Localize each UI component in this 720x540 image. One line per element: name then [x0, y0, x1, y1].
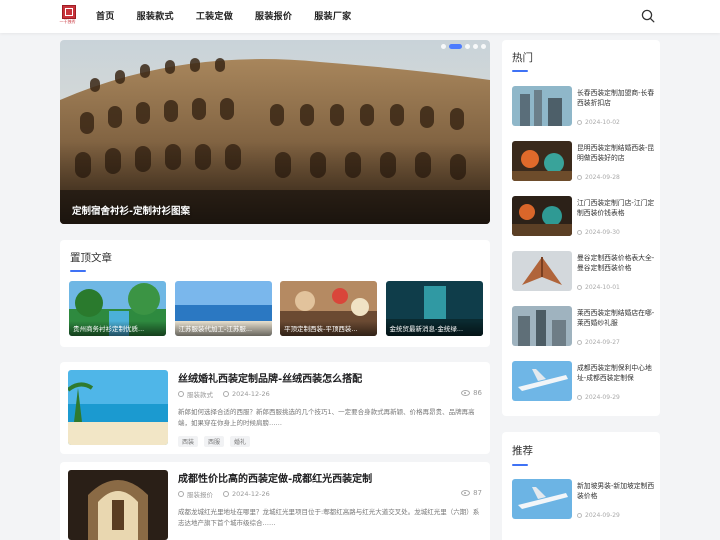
article-meta: 服装报价 2024-12-26	[178, 489, 280, 499]
clock-icon	[577, 395, 582, 400]
hot-item-date: 2024-10-02	[577, 119, 620, 126]
clock-icon	[577, 120, 582, 125]
hot-item[interactable]: 长春西装定制加盟商-长春西装折扣店 2024-10-02	[512, 86, 655, 126]
title-underline	[512, 464, 528, 466]
hero-caption[interactable]: 定制宿舍衬衫-定制衬衫图案	[72, 203, 190, 217]
hot-section-title: 热门	[512, 52, 533, 64]
clock-icon	[223, 391, 229, 397]
recommend-sidebar: 推荐 新加坡男装-新加坡定制西装价格 2024-09-29	[502, 432, 660, 540]
article-category[interactable]: 服装款式	[178, 389, 213, 399]
pinned-card[interactable]: 平顶定制西装-平顶西装...	[280, 281, 377, 336]
slider-dot[interactable]	[481, 44, 486, 49]
clock-icon	[223, 491, 229, 497]
article-date: 2024-12-26	[223, 390, 270, 398]
logo-text: 一干独秀	[59, 19, 76, 24]
top-navbar: 一干独秀 首页 服装款式 工装定做 服装报价 服装厂家	[0, 0, 720, 33]
article-title[interactable]: 丝绒婚礼西装定制品牌-丝绒西装怎么搭配	[178, 370, 362, 385]
recommend-item[interactable]: 新加坡男装-新加坡定制西装价格 2024-09-29	[512, 479, 655, 519]
hot-item-thumbnail[interactable]	[512, 86, 572, 126]
slider-dot[interactable]	[465, 44, 470, 49]
hot-item-date: 2024-09-27	[577, 339, 620, 346]
hot-item-thumbnail[interactable]	[512, 361, 572, 401]
pinned-card[interactable]: 金统贸最新消息-金统绿...	[385, 281, 483, 336]
slider-dot[interactable]	[441, 44, 446, 49]
article-date: 2024-12-26	[223, 490, 270, 498]
recommend-item-date: 2024-09-29	[577, 512, 620, 519]
hot-item-title[interactable]: 长春西装定制加盟商-长春西装折扣店	[577, 88, 655, 108]
hot-item-title[interactable]: 成都西装定制保利中心地址-成都西装定制保	[577, 363, 655, 383]
hot-item[interactable]: 莱西西装定制结婚店在哪-莱西婚纱礼服 2024-09-27	[512, 306, 655, 346]
hot-item-date: 2024-09-29	[577, 394, 620, 401]
article-meta: 服装款式 2024-12-26	[178, 389, 280, 399]
hot-item-title[interactable]: 昆明西装定制结婚西装-昆明做西装好的店	[577, 143, 655, 163]
hot-item[interactable]: 成都西装定制保利中心地址-成都西装定制保 2024-09-29	[512, 361, 652, 401]
nav-item-styles[interactable]: 服装款式	[137, 9, 174, 22]
category-icon	[178, 391, 184, 397]
hot-item-thumbnail[interactable]	[512, 306, 572, 346]
recommend-item-thumbnail[interactable]	[512, 479, 572, 519]
clock-icon	[577, 340, 582, 345]
hot-item-thumbnail[interactable]	[512, 141, 572, 181]
slider-dot-active[interactable]	[449, 44, 462, 49]
article-category[interactable]: 服装报价	[178, 489, 213, 499]
hot-item-date: 2024-09-28	[577, 174, 620, 181]
title-underline	[512, 70, 528, 72]
hot-item-title[interactable]: 江门西装定制门店-江门定制西装价钱表格	[577, 198, 655, 218]
hot-item-title[interactable]: 莱西西装定制结婚店在哪-莱西婚纱礼服	[577, 308, 655, 328]
hot-item-thumbnail[interactable]	[512, 251, 572, 291]
article-excerpt: 新郎如何选择合适的西服？新郎西服挑选的几个技巧1、一定要合身款式再新颖、价格再昂…	[178, 408, 475, 427]
pinned-card[interactable]: 贵州商务衬衫定制优质...	[69, 281, 166, 336]
nav-item-factories[interactable]: 服装厂家	[314, 9, 351, 22]
article-card[interactable]: 丝绒婚礼西装定制品牌-丝绒西装怎么搭配 服装款式 2024-12-26 86 新…	[60, 362, 490, 454]
pinned-card-caption: 贵州商务衬衫定制优质...	[69, 321, 166, 336]
search-icon[interactable]	[641, 9, 655, 23]
article-excerpt: 成都龙城红光里地址在哪里？龙城红光里项目位于:郫都红高路与红光大道交叉处。龙城红…	[178, 508, 480, 527]
article-thumbnail[interactable]	[68, 370, 168, 445]
pinned-card-caption: 平顶定制西装-平顶西装...	[280, 321, 377, 336]
article-tags: 西装 西服 婚礼	[178, 436, 256, 447]
hero-slider[interactable]: 定制宿舍衬衫-定制衬衫图案	[60, 40, 490, 224]
pinned-articles-section: 置顶文章 贵州商务衬衫定制优质... 江苏服装代加工-江苏服... 平顶定制西装…	[60, 240, 490, 347]
article-views: 86	[461, 389, 482, 397]
recommend-section-title: 推荐	[512, 445, 533, 457]
nav-item-home[interactable]: 首页	[96, 9, 115, 22]
slider-dot[interactable]	[473, 44, 478, 49]
article-card[interactable]: 成都性价比高的西装定做-成都红光西装定制 服装报价 2024-12-26 87 …	[60, 462, 490, 540]
eye-icon	[461, 390, 471, 396]
article-views: 87	[461, 489, 482, 497]
hot-item[interactable]: 江门西装定制门店-江门定制西装价钱表格 2024-09-30	[512, 196, 655, 236]
main-nav: 首页 服装款式 工装定做 服装报价 服装厂家	[96, 9, 373, 22]
clock-icon	[577, 230, 582, 235]
pinned-card-caption: 金统贸最新消息-金统绿...	[385, 321, 483, 336]
hero-image	[60, 40, 490, 224]
tag-chip[interactable]: 西服	[204, 436, 225, 447]
article-thumbnail[interactable]	[68, 470, 168, 540]
hot-sidebar: 热门 长春西装定制加盟商-长春西装折扣店 2024-10-02 昆明西装定制结婚…	[502, 40, 660, 416]
pinned-card[interactable]: 江苏服装代加工-江苏服...	[174, 281, 272, 336]
pinned-section-title: 置顶文章	[70, 252, 112, 264]
category-icon	[178, 491, 184, 497]
tag-chip[interactable]: 婚礼	[230, 436, 251, 447]
nav-item-workwear[interactable]: 工装定做	[196, 9, 233, 22]
clock-icon	[577, 513, 582, 518]
hot-item-title[interactable]: 曼谷定制西装价格表大全-曼谷定制西装价格	[577, 253, 655, 273]
tag-chip[interactable]: 西装	[178, 436, 199, 447]
eye-icon	[461, 490, 471, 496]
title-underline	[70, 270, 86, 272]
hot-item-date: 2024-10-01	[577, 284, 620, 291]
recommend-item-title[interactable]: 新加坡男装-新加坡定制西装价格	[577, 481, 655, 501]
clock-icon	[577, 285, 582, 290]
slider-dots	[441, 44, 489, 49]
article-title[interactable]: 成都性价比高的西装定做-成都红光西装定制	[178, 470, 372, 485]
hot-item[interactable]: 曼谷定制西装价格表大全-曼谷定制西装价格 2024-10-01	[512, 251, 655, 291]
logo-mark-icon	[62, 5, 76, 19]
site-logo[interactable]: 一干独秀	[59, 5, 76, 24]
pinned-card-caption: 江苏服装代加工-江苏服...	[174, 321, 272, 336]
clock-icon	[577, 175, 582, 180]
hot-item-date: 2024-09-30	[577, 229, 620, 236]
hot-item-thumbnail[interactable]	[512, 196, 572, 236]
nav-item-pricing[interactable]: 服装报价	[255, 9, 292, 22]
hot-item[interactable]: 昆明西装定制结婚西装-昆明做西装好的店 2024-09-28	[512, 141, 655, 181]
